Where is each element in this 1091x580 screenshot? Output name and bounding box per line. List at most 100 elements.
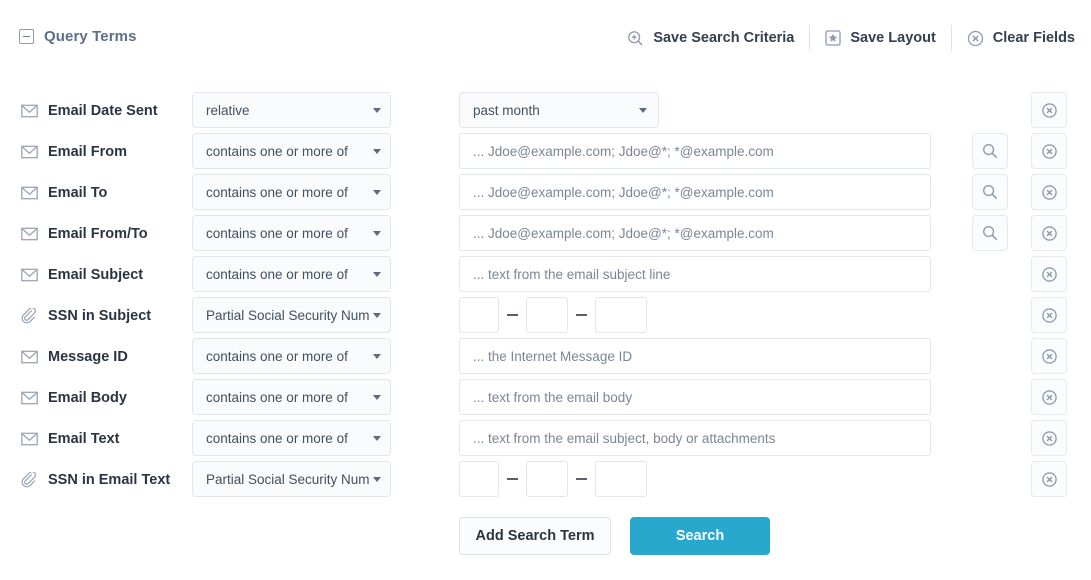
operator-value: contains one or more of xyxy=(206,143,348,159)
operator-select[interactable]: contains one or more of xyxy=(192,420,391,456)
remove-term-button[interactable] xyxy=(1031,256,1067,292)
ssn-part3-input[interactable] xyxy=(595,461,647,497)
row-value: past month xyxy=(459,92,659,128)
row-value xyxy=(459,379,931,415)
ssn-part2-input[interactable] xyxy=(526,461,568,497)
operator-value: contains one or more of xyxy=(206,266,348,282)
toolbar: Save Search Criteria Save Layout Clear F… xyxy=(612,25,1075,51)
query-term-row: Email Subject contains one or more of xyxy=(0,256,1091,297)
remove-term-button[interactable] xyxy=(1031,338,1067,374)
operator-select[interactable]: contains one or more of xyxy=(192,379,391,415)
minus-box-icon[interactable] xyxy=(19,29,34,44)
operator-select[interactable]: Partial Social Security Numbe xyxy=(192,461,391,497)
query-value-input[interactable] xyxy=(459,338,931,374)
chevron-down-icon xyxy=(639,107,647,113)
row-label-text: Email Subject xyxy=(48,266,144,283)
ssn-part3-input[interactable] xyxy=(595,297,647,333)
row-label: Message ID xyxy=(21,338,128,375)
remove-term-button[interactable] xyxy=(1031,461,1067,497)
clear-fields-button[interactable]: Clear Fields xyxy=(952,26,1075,50)
row-value xyxy=(459,133,931,169)
query-term-row: Email From contains one or more of xyxy=(0,133,1091,174)
envelope-icon xyxy=(21,268,38,281)
ssn-separator xyxy=(576,314,587,316)
row-label-text: Email From xyxy=(48,143,127,160)
row-label: Email From xyxy=(21,133,127,170)
envelope-icon xyxy=(21,104,38,117)
remove-term-button[interactable] xyxy=(1031,420,1067,456)
row-label: Email Text xyxy=(21,420,119,457)
envelope-icon xyxy=(21,227,38,240)
circle-x-icon xyxy=(1041,307,1057,323)
operator-value: Partial Social Security Numbe xyxy=(206,307,369,323)
operator-select[interactable]: contains one or more of xyxy=(192,215,391,251)
paperclip-icon xyxy=(21,471,36,487)
address-lookup-button[interactable] xyxy=(972,174,1008,210)
query-value-input[interactable] xyxy=(459,215,931,251)
address-lookup-button[interactable] xyxy=(972,133,1008,169)
circle-x-icon xyxy=(1041,225,1057,241)
ssn-input-group xyxy=(459,461,647,497)
row-label-text: Email Body xyxy=(48,389,127,406)
ssn-separator xyxy=(507,478,518,480)
query-value-input[interactable] xyxy=(459,174,931,210)
remove-term-button[interactable] xyxy=(1031,379,1067,415)
save-search-criteria-button[interactable]: Save Search Criteria xyxy=(612,26,809,50)
row-label-text: SSN in Email Text xyxy=(48,471,171,488)
operator-value: contains one or more of xyxy=(206,184,348,200)
chevron-down-icon xyxy=(373,394,381,400)
chevron-down-icon xyxy=(373,435,381,441)
chevron-down-icon xyxy=(373,230,381,236)
operator-select[interactable]: contains one or more of xyxy=(192,338,391,374)
chevron-down-icon xyxy=(373,312,381,318)
operator-select[interactable]: contains one or more of xyxy=(192,174,391,210)
add-search-term-button[interactable]: Add Search Term xyxy=(459,517,611,555)
ssn-part1-input[interactable] xyxy=(459,461,499,497)
chevron-down-icon xyxy=(373,148,381,154)
operator-value: Partial Social Security Numbe xyxy=(206,471,369,487)
row-label-text: Message ID xyxy=(48,348,128,365)
magnifier-icon xyxy=(983,185,997,199)
panel-header-left: Query Terms xyxy=(19,28,137,45)
row-label: Email From/To xyxy=(21,215,148,252)
date-range-select[interactable]: past month xyxy=(459,92,659,128)
operator-select[interactable]: Partial Social Security Numbe xyxy=(192,297,391,333)
row-label: Email Subject xyxy=(21,256,143,293)
envelope-icon xyxy=(21,186,38,199)
chevron-down-icon xyxy=(373,107,381,113)
operator-value: contains one or more of xyxy=(206,225,348,241)
save-layout-button[interactable]: Save Layout xyxy=(810,26,950,50)
chevron-down-icon xyxy=(373,353,381,359)
query-value-input[interactable] xyxy=(459,420,931,456)
remove-term-button[interactable] xyxy=(1031,215,1067,251)
row-label: SSN in Email Text xyxy=(21,461,170,498)
envelope-icon xyxy=(21,391,38,404)
magnifier-plus-icon xyxy=(628,30,643,46)
query-value-input[interactable] xyxy=(459,256,931,292)
address-lookup-button[interactable] xyxy=(972,215,1008,251)
remove-term-button[interactable] xyxy=(1031,133,1067,169)
save-search-criteria-label: Save Search Criteria xyxy=(653,30,795,46)
operator-value: relative xyxy=(206,102,250,118)
ssn-part1-input[interactable] xyxy=(459,297,499,333)
query-term-row: Message ID contains one or more of xyxy=(0,338,1091,379)
remove-term-button[interactable] xyxy=(1031,92,1067,128)
operator-select[interactable]: relative xyxy=(192,92,391,128)
operator-select[interactable]: contains one or more of xyxy=(192,256,391,292)
query-value-input[interactable] xyxy=(459,133,931,169)
operator-select[interactable]: contains one or more of xyxy=(192,133,391,169)
row-value xyxy=(459,215,931,251)
circle-x-icon xyxy=(1041,389,1057,405)
circle-x-icon xyxy=(1041,430,1057,446)
remove-term-button[interactable] xyxy=(1031,174,1067,210)
circle-x-icon xyxy=(1041,348,1057,364)
query-terms-rows: Email Date Sent relative past month Email F… xyxy=(0,92,1091,502)
row-label: Email Date Sent xyxy=(21,92,158,129)
remove-term-button[interactable] xyxy=(1031,297,1067,333)
ssn-separator xyxy=(507,314,518,316)
ssn-part2-input[interactable] xyxy=(526,297,568,333)
row-value xyxy=(459,420,931,456)
search-button[interactable]: Search xyxy=(630,517,770,555)
row-label-text: Email To xyxy=(48,184,108,201)
query-value-input[interactable] xyxy=(459,379,931,415)
